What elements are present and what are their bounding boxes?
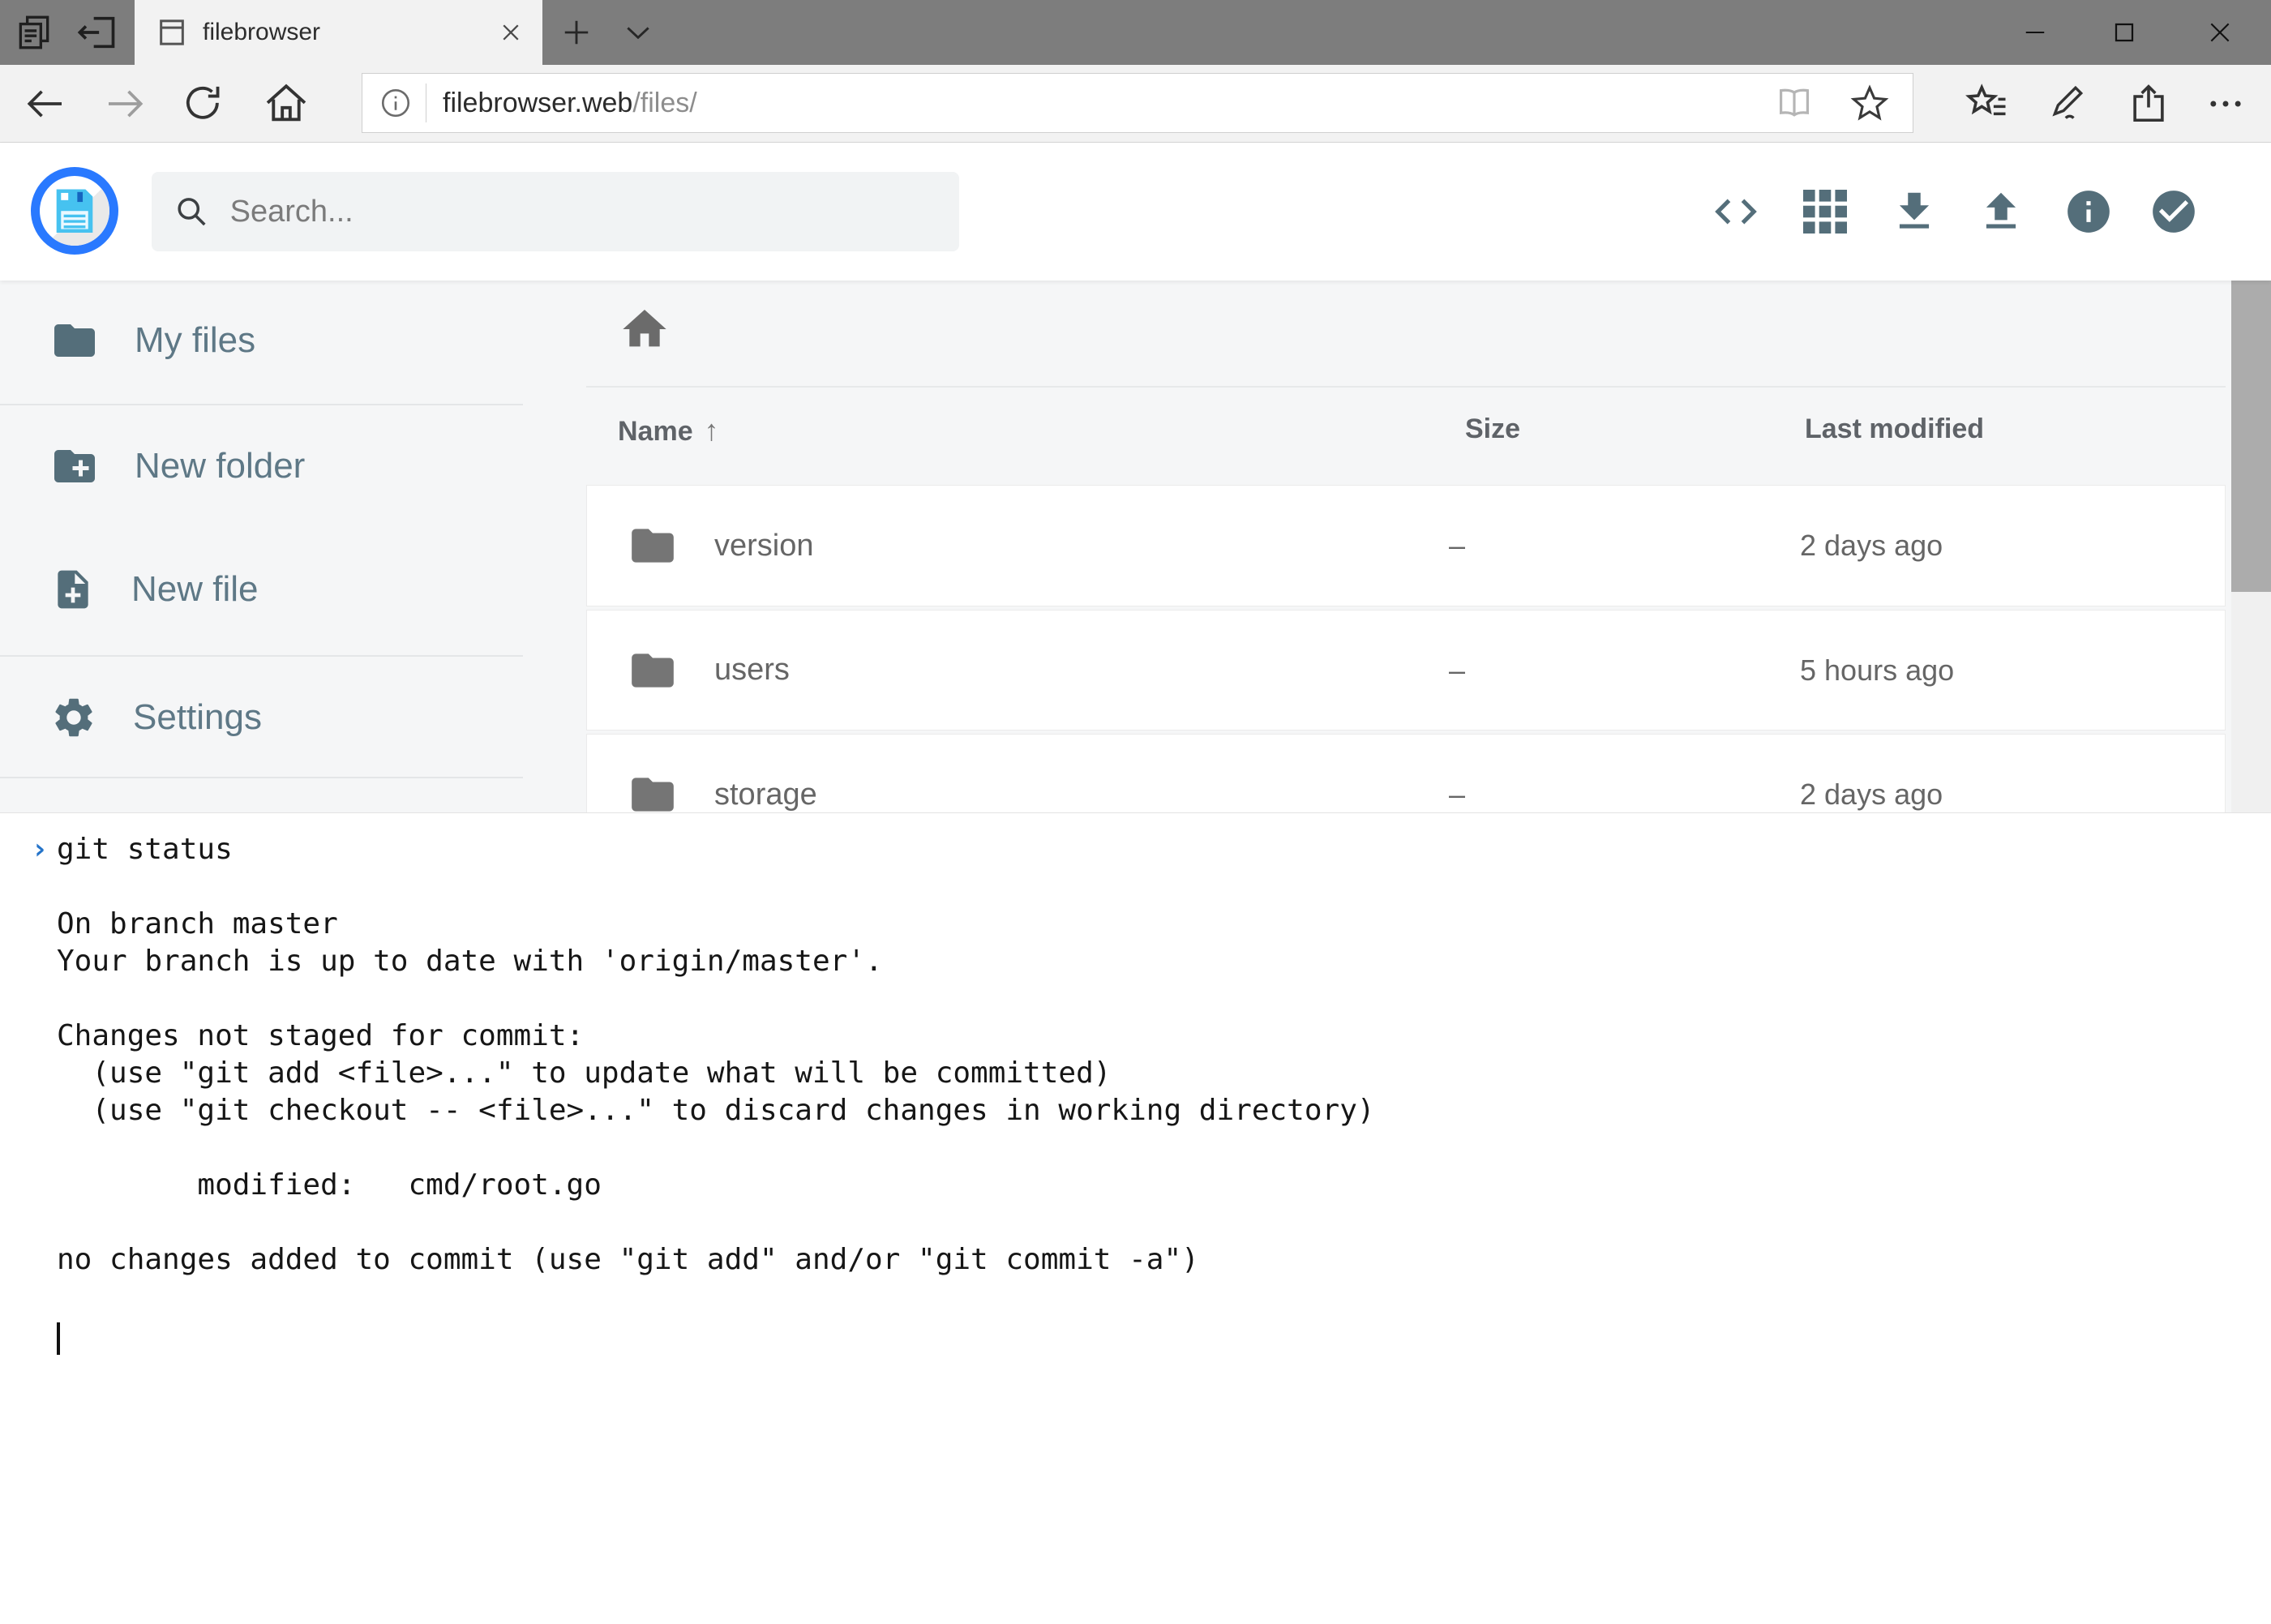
sidebar-item-label: New file	[131, 569, 259, 610]
url-path: /files/	[632, 88, 696, 118]
terminal-prompt-line: › git status	[0, 831, 2271, 868]
grid-view-icon[interactable]	[1786, 143, 1864, 281]
sidebar-item-new-file[interactable]: New file	[0, 529, 523, 650]
sort-ascending-icon: ↑	[705, 413, 719, 447]
tab-title: filebrowser	[203, 19, 499, 46]
search-icon	[174, 193, 209, 230]
tabs-aside-icon[interactable]	[68, 0, 126, 65]
window-close-icon[interactable]	[2185, 0, 2255, 65]
share-icon[interactable]	[2112, 65, 2185, 143]
folder-icon	[628, 645, 678, 696]
home-outline-icon[interactable]	[250, 65, 323, 143]
filebrowser-logo[interactable]	[31, 167, 118, 255]
window-maximize-icon[interactable]	[2089, 0, 2159, 65]
sidebar-item-label: New folder	[135, 446, 305, 486]
file-row-users[interactable]: users – 5 hours ago	[586, 610, 2226, 731]
tab-preview-chevron-icon[interactable]	[610, 0, 666, 65]
terminal-line	[0, 1204, 2271, 1241]
file-modified: 2 days ago	[1800, 778, 1943, 812]
reading-view-icon[interactable]	[1775, 84, 1814, 122]
new-tab-icon[interactable]	[548, 0, 605, 65]
tab-page-icon	[156, 16, 188, 49]
info-icon[interactable]	[2050, 143, 2127, 281]
tab-close-icon[interactable]	[499, 20, 523, 45]
terminal-line: (use "git add <file>..." to update what …	[0, 1055, 2271, 1092]
folder-icon	[50, 316, 99, 365]
terminal-line: On branch master	[0, 906, 2271, 943]
file-plus-icon	[50, 567, 96, 612]
pages-icon[interactable]	[5, 0, 63, 65]
terminal-line	[0, 980, 2271, 1018]
forward-icon[interactable]	[89, 65, 162, 143]
upload-icon[interactable]	[1962, 143, 2040, 281]
sidebar-item-new-folder[interactable]: New folder	[0, 405, 523, 527]
file-size: –	[1449, 778, 1465, 812]
select-all-icon[interactable]	[2135, 143, 2213, 281]
sidebar-item-my-files[interactable]: My files	[0, 281, 523, 401]
column-last-modified[interactable]: Last modified	[1805, 413, 1984, 445]
refresh-icon[interactable]	[167, 65, 240, 143]
floppy-disk-icon	[52, 186, 97, 233]
column-name[interactable]: Name↑	[618, 413, 719, 448]
sidebar-item-settings[interactable]: Settings	[0, 657, 523, 778]
sidebar-item-label: My files	[135, 320, 255, 361]
terminal-line: Changes not staged for commit:	[0, 1018, 2271, 1055]
back-icon[interactable]	[8, 65, 81, 143]
terminal-line	[0, 1279, 2271, 1316]
file-size: –	[1449, 653, 1465, 688]
search-bar[interactable]	[152, 172, 959, 251]
file-size: –	[1449, 529, 1465, 563]
gear-icon	[50, 694, 97, 741]
terminal-line: modified: cmd/root.go	[0, 1167, 2271, 1204]
terminal-command: git status	[57, 831, 233, 868]
file-listing: Name↑ Size Last modified version – 2 day…	[523, 281, 2226, 812]
folder-icon	[628, 521, 678, 571]
download-icon[interactable]	[1875, 143, 1953, 281]
sidebar-divider	[0, 777, 523, 778]
listing-divider	[586, 386, 2226, 388]
terminal-line: (use "git checkout -- <file>..." to disc…	[0, 1092, 2271, 1129]
folder-plus-icon	[50, 442, 99, 491]
more-icon[interactable]	[2189, 65, 2262, 143]
terminal-panel[interactable]: › git status On branch master Your branc…	[0, 812, 2271, 1624]
site-info-icon[interactable]	[379, 86, 413, 120]
sidebar-item-label: Settings	[133, 697, 262, 738]
listing-header: Name↑ Size Last modified	[586, 407, 2226, 452]
code-view-icon[interactable]	[1697, 143, 1775, 281]
browser-titlebar: filebrowser	[0, 0, 2271, 65]
address-bar[interactable]: filebrowser.web/files/	[362, 73, 1913, 133]
terminal-line: no changes added to commit (use "git add…	[0, 1241, 2271, 1279]
page-content: My files New folder New file	[0, 281, 2271, 812]
file-name: storage	[714, 778, 817, 812]
annotate-pen-icon[interactable]	[2028, 65, 2101, 143]
file-name: users	[714, 653, 790, 688]
file-modified: 2 days ago	[1800, 529, 1943, 563]
prompt-chevron-icon: ›	[31, 831, 57, 868]
search-input[interactable]	[230, 195, 936, 229]
favorite-star-icon[interactable]	[1849, 83, 1890, 123]
terminal-line	[0, 868, 2271, 906]
terminal-line: Your branch is up to date with 'origin/m…	[0, 943, 2271, 980]
sidebar: My files New folder New file	[0, 281, 523, 812]
column-size[interactable]: Size	[1465, 413, 1520, 445]
window-minimize-icon[interactable]	[2000, 0, 2070, 65]
file-row-version[interactable]: version – 2 days ago	[586, 485, 2226, 606]
breadcrumb-home-icon[interactable]	[619, 303, 671, 355]
file-name: version	[714, 529, 814, 563]
file-modified: 5 hours ago	[1800, 653, 1954, 688]
browser-tab[interactable]: filebrowser	[135, 0, 542, 65]
hub-icon[interactable]	[1951, 65, 2024, 143]
terminal-line	[0, 1129, 2271, 1167]
terminal-cursor	[57, 1322, 60, 1355]
file-row-storage[interactable]: storage – 2 days ago	[586, 734, 2226, 812]
url-host: filebrowser.web	[443, 88, 632, 118]
folder-icon	[628, 769, 678, 812]
